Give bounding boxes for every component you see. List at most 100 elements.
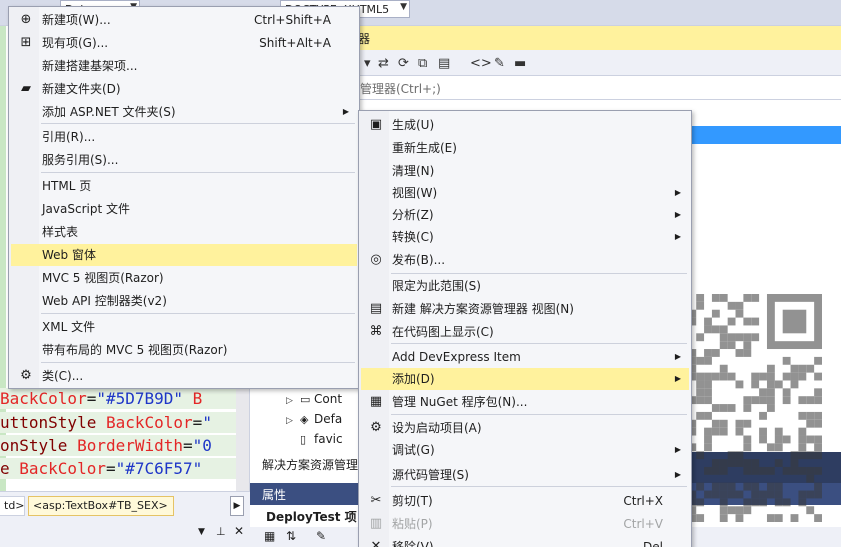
menu-item-新建搭建基架项[interactable]: 新建搭建基架项... [11, 55, 357, 77]
qr-module [814, 514, 822, 522]
menu-item-清理[interactable]: 清理(N) [361, 160, 689, 182]
sync-icon[interactable]: ⇄ [378, 56, 389, 71]
menu-item-html-页[interactable]: HTML 页 [11, 175, 357, 197]
menu-item-在代码图上显示[interactable]: ⌘ 在代码图上显示(C) [361, 321, 689, 343]
qr-module [759, 396, 767, 405]
breadcrumb-td[interactable]: td> [0, 496, 25, 516]
qr-module [782, 498, 791, 507]
qr-module [696, 380, 705, 389]
code-value: "#7C6F57" [115, 459, 203, 478]
expand-arrow-icon[interactable]: ▷ [286, 396, 300, 406]
menu-item-服务引用[interactable]: 服务引用(S)... [11, 149, 357, 171]
categorized-icon[interactable]: ▦ [264, 529, 275, 543]
qr-module [790, 466, 799, 475]
breadcrumb-textbox[interactable]: <asp:TextBox#TB_SEX> [28, 496, 174, 516]
menu-item-生成[interactable]: ▣ 生成(U) [361, 114, 689, 136]
qr-module [704, 372, 712, 381]
menu-item-新建文件夹[interactable]: ▰ 新建文件夹(D) [11, 78, 357, 100]
qr-module [735, 333, 744, 342]
menu-item-新建项[interactable]: ⊕ 新建项(W)... Ctrl+Shift+A [11, 9, 357, 31]
tree-item-content[interactable]: ▷ ▭ Cont [286, 392, 342, 406]
code-icon[interactable]: <> [470, 56, 492, 71]
menu-item-shortcut: Del [643, 540, 663, 547]
menu-item-限定为此范围[interactable]: 限定为此范围(S) [361, 275, 689, 297]
paste-icon: ▥ [369, 516, 383, 531]
qr-module [743, 459, 752, 467]
wrench-icon[interactable]: ✎ [316, 529, 326, 543]
qr-module [751, 294, 760, 302]
submenu-arrow-icon: ▶ [674, 188, 681, 197]
close-icon[interactable]: ✕ [234, 524, 244, 538]
qr-module [735, 459, 744, 467]
menu-item-web-api-控制器类[interactable]: Web API 控制器类(v2) [11, 290, 357, 312]
menu-item-移除[interactable]: ✕ 移除(V) Del [361, 536, 689, 547]
collapse-icon[interactable]: ⧉ [418, 56, 427, 71]
menu-item-发布[interactable]: ◎ 发布(B)... [361, 249, 689, 271]
menu-item-xml-文件[interactable]: XML 文件 [11, 316, 357, 338]
menu-item-javascript-文件[interactable]: JavaScript 文件 [11, 198, 357, 220]
code-attribute: BackColor [0, 389, 87, 408]
menu-item-调试[interactable]: 调试(G) ▶ [361, 439, 689, 461]
menu-item-转换[interactable]: 转换(C) ▶ [361, 226, 689, 248]
menu-item-引用[interactable]: 引用(R)... [11, 126, 357, 148]
new-view-icon: ▤ [369, 301, 383, 316]
menu-item-粘贴[interactable]: ▥ 粘贴(P) Ctrl+V [361, 513, 689, 535]
remove-icon: ✕ [370, 539, 382, 547]
tab-solution-explorer[interactable]: 解决方案资源管理 [258, 455, 363, 473]
menu-item-视图[interactable]: 视图(W) ▶ [361, 182, 689, 204]
menu-item-管理-nuget-程序包[interactable]: ▦ 管理 NuGet 程序包(N)... [361, 391, 689, 413]
qr-module [798, 443, 807, 452]
selected-tree-row[interactable] [690, 126, 841, 144]
qr-module [798, 372, 807, 381]
menu-item-mvc-5-视图页[interactable]: MVC 5 视图页(Razor) [11, 267, 357, 289]
panel-header-strip: ▼ ⊥ ✕ [0, 519, 250, 547]
qr-module [735, 490, 744, 499]
refresh-icon[interactable]: ⟳ [398, 56, 409, 71]
web-form-icon: ◈ [300, 413, 309, 426]
menu-item-新建-解决方案资源管理器-视图[interactable]: ▤ 新建 解决方案资源管理器 视图(N) [361, 298, 689, 320]
expand-arrow-icon[interactable]: ▷ [286, 416, 300, 426]
chevron-down-icon: ▼ [400, 2, 407, 12]
chevron-down-icon[interactable]: ▾ [364, 56, 371, 71]
code-line[interactable]: onStyle BorderWidth="0 [0, 435, 236, 456]
chevron-down-icon[interactable]: ▼ [198, 527, 205, 537]
menu-item-剪切[interactable]: ✂ 剪切(T) Ctrl+X [361, 490, 689, 512]
menu-item-源代码管理[interactable]: 源代码管理(S) ▶ [361, 464, 689, 486]
menu-item-添加[interactable]: 添加(D) ▶ [361, 368, 689, 390]
menu-item-类[interactable]: ⚙ 类(C)... [11, 365, 357, 387]
menu-item-label: 管理 NuGet 程序包(N)... [392, 395, 528, 409]
menu-item-label: 带有布局的 MVC 5 视图页(Razor) [42, 343, 228, 357]
menu-item-设为启动项目[interactable]: ⚙ 设为启动项目(A) [361, 417, 689, 439]
qr-module [727, 372, 736, 381]
alphabetical-icon[interactable]: ⇅ [286, 529, 296, 543]
qr-module [704, 325, 712, 334]
minus-icon[interactable]: ▬ [514, 56, 526, 71]
show-all-icon[interactable]: ▤ [438, 56, 450, 71]
qr-module [759, 498, 767, 507]
qr-module [806, 396, 815, 405]
tree-item-favicon[interactable]: ▯ favic [286, 432, 343, 446]
pin-icon[interactable]: ⊥ [216, 525, 226, 538]
tree-item-default[interactable]: ▷ ◈ Defa [286, 412, 342, 426]
menu-item-重新生成[interactable]: 重新生成(E) [361, 137, 689, 159]
code-line[interactable]: BackColor="#5D7B9D" B [0, 388, 236, 409]
menu-item-样式表[interactable]: 样式表 [11, 221, 357, 243]
menu-item-add-devexpress-item[interactable]: Add DevExpress Item ▶ [361, 346, 689, 368]
qr-module [806, 474, 815, 483]
menu-item-带有布局的-mvc-5-视图页[interactable]: 带有布局的 MVC 5 视图页(Razor) [11, 339, 357, 361]
qr-module [798, 396, 807, 405]
menu-item-web-窗体[interactable]: Web 窗体 [11, 244, 357, 266]
code-equals: = [105, 459, 116, 478]
wrench-icon[interactable]: ✎ [494, 56, 505, 71]
code-line[interactable]: e BackColor="#7C6F57" [0, 458, 236, 479]
menu-item-添加-asp-net-文件夹[interactable]: 添加 ASP.NET 文件夹(S) ▶ [11, 101, 357, 123]
chevron-right-icon[interactable]: ▶ [230, 496, 244, 516]
menu-item-现有项[interactable]: ⊞ 现有项(G)... Shift+Alt+A [11, 32, 357, 54]
menu-item-分析[interactable]: 分析(Z) ▶ [361, 204, 689, 226]
menu-item-label: 添加 ASP.NET 文件夹(S) [42, 105, 176, 119]
qr-module [743, 294, 752, 302]
menu-item-label: 添加(D) [392, 372, 435, 386]
qr-module [719, 404, 728, 412]
code-line[interactable]: uttonStyle BackColor=" [0, 412, 236, 433]
qr-module [735, 451, 744, 460]
